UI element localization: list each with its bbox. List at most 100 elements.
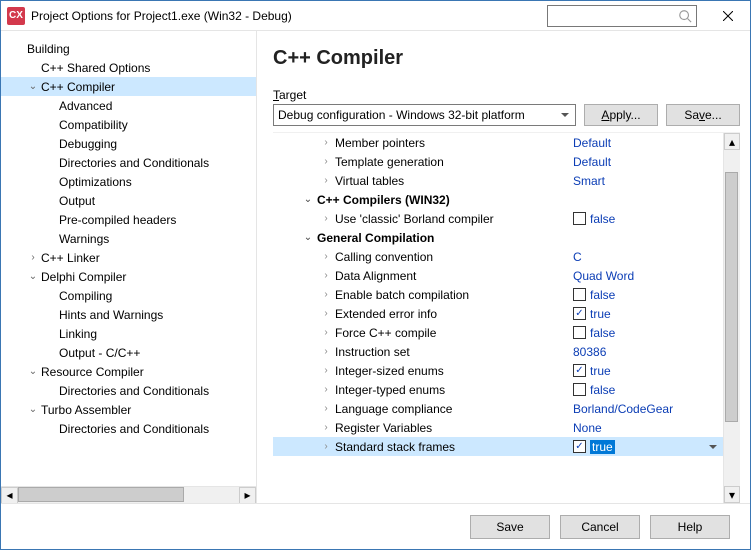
grid-vscrollbar[interactable]: ▴ ▾ — [723, 133, 740, 503]
chevron-right-icon[interactable]: › — [319, 251, 333, 262]
tree-item[interactable]: Directories and Conditionals — [1, 153, 256, 172]
scroll-right-icon[interactable]: ▸ — [239, 487, 256, 504]
property-row[interactable]: ›Language complianceBorland/CodeGear — [273, 399, 723, 418]
tree-item[interactable]: Advanced — [1, 96, 256, 115]
help-button[interactable]: Help — [650, 515, 730, 539]
tree-item[interactable]: C++ Shared Options — [1, 58, 256, 77]
chevron-right-icon[interactable]: › — [319, 289, 333, 300]
property-row[interactable]: ›Use 'classic' Borland compilerfalse — [273, 209, 723, 228]
close-button[interactable] — [705, 1, 750, 31]
tree-item[interactable]: Linking — [1, 324, 256, 343]
property-label: C++ Compilers (WIN32) — [315, 193, 573, 207]
chevron-right-icon[interactable]: › — [319, 384, 333, 395]
tree-item[interactable]: Output — [1, 191, 256, 210]
property-row[interactable]: ›Calling conventionC — [273, 247, 723, 266]
scroll-up-icon[interactable]: ▴ — [724, 133, 740, 150]
chevron-right-icon[interactable]: › — [319, 156, 333, 167]
chevron-right-icon[interactable]: › — [319, 308, 333, 319]
tree-item[interactable]: Output - C/C++ — [1, 343, 256, 362]
scroll-track[interactable] — [18, 487, 239, 504]
tree-item[interactable]: ⌄C++ Compiler — [1, 77, 256, 96]
scroll-thumb[interactable] — [725, 172, 738, 422]
property-row[interactable]: ›Force C++ compilefalse — [273, 323, 723, 342]
checkbox[interactable] — [573, 307, 586, 320]
property-row[interactable]: ›Virtual tablesSmart — [273, 171, 723, 190]
tree-item[interactable]: Building — [1, 39, 256, 58]
property-value[interactable]: Default — [573, 136, 723, 150]
chevron-down-icon[interactable]: ⌄ — [301, 194, 315, 205]
save-target-button[interactable]: Save... — [666, 104, 740, 126]
tree-item[interactable]: Directories and Conditionals — [1, 419, 256, 438]
tree-item[interactable]: ⌄Delphi Compiler — [1, 267, 256, 286]
tree-item[interactable]: ⌄Turbo Assembler — [1, 400, 256, 419]
chevron-down-icon[interactable]: ⌄ — [301, 232, 315, 243]
apply-button[interactable]: Apply... — [584, 104, 658, 126]
property-row[interactable]: ›Extended error infotrue — [273, 304, 723, 323]
tree-item-label: Warnings — [57, 232, 109, 246]
property-row[interactable]: ›Register VariablesNone — [273, 418, 723, 437]
property-value[interactable]: false — [573, 383, 723, 397]
tree-item[interactable]: Compiling — [1, 286, 256, 305]
property-row[interactable]: ⌄General Compilation — [273, 228, 723, 247]
checkbox[interactable] — [573, 383, 586, 396]
property-row[interactable]: ⌄C++ Compilers (WIN32) — [273, 190, 723, 209]
chevron-right-icon[interactable]: › — [319, 213, 333, 224]
property-row[interactable]: ›Member pointersDefault — [273, 133, 723, 152]
cancel-button[interactable]: Cancel — [560, 515, 640, 539]
checkbox[interactable] — [573, 288, 586, 301]
chevron-down-icon[interactable] — [709, 445, 717, 453]
property-value[interactable]: true — [573, 364, 723, 378]
property-grid[interactable]: ›Member pointersDefault›Template generat… — [273, 133, 723, 503]
property-row[interactable]: ›Integer-sized enumstrue — [273, 361, 723, 380]
tree-item[interactable]: Directories and Conditionals — [1, 381, 256, 400]
scroll-left-icon[interactable]: ◂ — [1, 487, 18, 504]
tree-item[interactable]: Pre-compiled headers — [1, 210, 256, 229]
search-input[interactable] — [547, 5, 697, 27]
chevron-right-icon[interactable]: › — [319, 441, 333, 452]
property-value[interactable]: C — [573, 250, 723, 264]
property-row[interactable]: ›Enable batch compilationfalse — [273, 285, 723, 304]
property-row[interactable]: ›Instruction set80386 — [273, 342, 723, 361]
save-button[interactable]: Save — [470, 515, 550, 539]
property-value[interactable]: Borland/CodeGear — [573, 402, 723, 416]
property-value[interactable]: 80386 — [573, 345, 723, 359]
chevron-right-icon[interactable]: › — [319, 422, 333, 433]
tree-item[interactable]: Hints and Warnings — [1, 305, 256, 324]
property-row[interactable]: ›Data AlignmentQuad Word — [273, 266, 723, 285]
property-value[interactable]: Smart — [573, 174, 723, 188]
tree-item[interactable]: Debugging — [1, 134, 256, 153]
property-value[interactable]: None — [573, 421, 723, 435]
chevron-right-icon[interactable]: › — [319, 270, 333, 281]
checkbox[interactable] — [573, 440, 586, 453]
chevron-right-icon[interactable]: › — [319, 327, 333, 338]
tree-item[interactable]: Optimizations — [1, 172, 256, 191]
chevron-right-icon[interactable]: › — [319, 365, 333, 376]
tree-item[interactable]: Warnings — [1, 229, 256, 248]
property-value[interactable]: Default — [573, 155, 723, 169]
chevron-right-icon[interactable]: › — [319, 175, 333, 186]
scroll-down-icon[interactable]: ▾ — [724, 486, 740, 503]
property-value[interactable]: false — [573, 212, 723, 226]
property-value[interactable]: true — [573, 440, 723, 454]
property-value[interactable]: Quad Word — [573, 269, 723, 283]
checkbox[interactable] — [573, 212, 586, 225]
tree-item[interactable]: ⌄Resource Compiler — [1, 362, 256, 381]
checkbox[interactable] — [573, 326, 586, 339]
property-value[interactable]: true — [573, 307, 723, 321]
property-row[interactable]: ›Standard stack framestrue — [273, 437, 723, 456]
category-tree[interactable]: BuildingC++ Shared Options⌄C++ CompilerA… — [1, 39, 256, 486]
target-select[interactable]: Debug configuration - Windows 32-bit pla… — [273, 104, 576, 126]
scroll-thumb[interactable] — [18, 487, 184, 502]
property-row[interactable]: ›Integer-typed enumsfalse — [273, 380, 723, 399]
tree-item[interactable]: Compatibility — [1, 115, 256, 134]
checkbox[interactable] — [573, 364, 586, 377]
property-value[interactable]: false — [573, 288, 723, 302]
property-value[interactable]: false — [573, 326, 723, 340]
scroll-track[interactable] — [724, 150, 740, 486]
chevron-right-icon[interactable]: › — [319, 137, 333, 148]
tree-item[interactable]: ›C++ Linker — [1, 248, 256, 267]
chevron-right-icon[interactable]: › — [319, 346, 333, 357]
sidebar-hscrollbar[interactable]: ◂ ▸ — [1, 486, 256, 503]
property-row[interactable]: ›Template generationDefault — [273, 152, 723, 171]
chevron-right-icon[interactable]: › — [319, 403, 333, 414]
